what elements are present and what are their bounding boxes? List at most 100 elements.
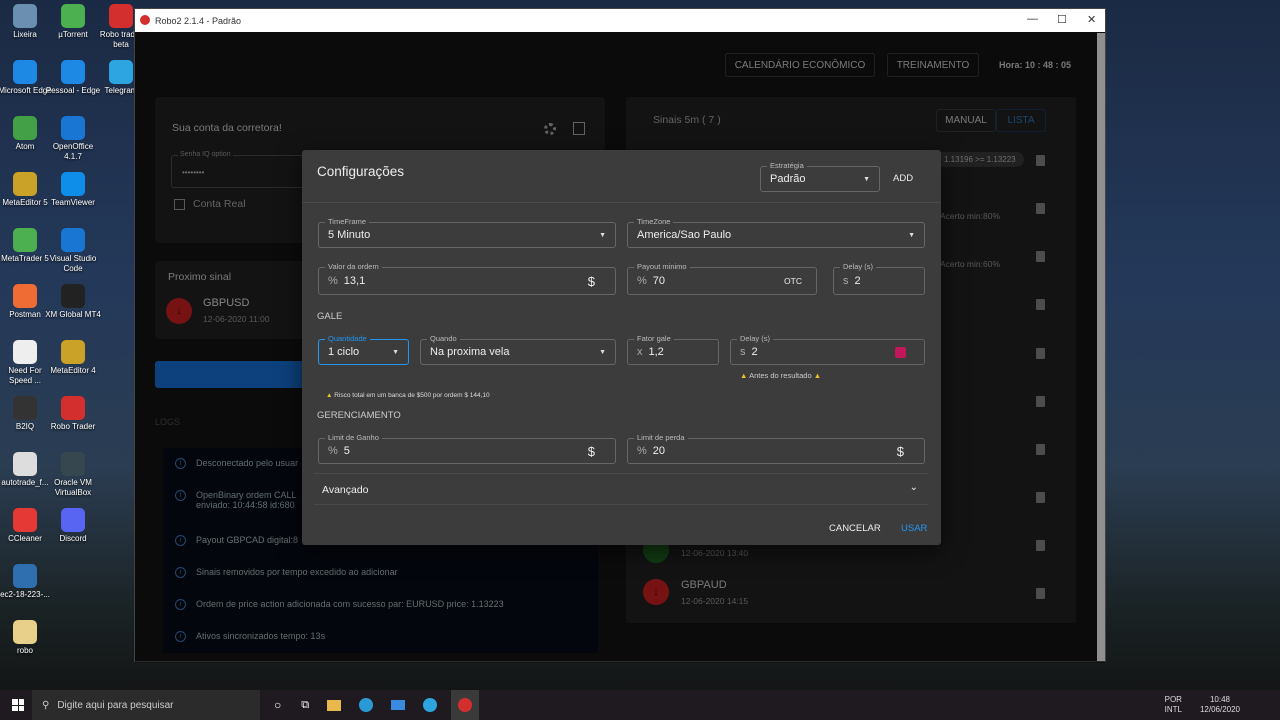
app-icon (13, 284, 37, 308)
desktop-icon[interactable]: robo (0, 620, 53, 656)
when-select[interactable]: Quando Na proxima vela ▼ (420, 334, 616, 365)
app-icon (13, 564, 37, 588)
app-icon (13, 60, 37, 84)
delay-input[interactable]: Delay (s) s 2 (833, 262, 925, 295)
quantity-select[interactable]: Quantidade 1 ciclo ▼ (318, 334, 409, 365)
use-button[interactable]: USAR (901, 523, 927, 534)
management-section-title: GERENCIAMENTO (317, 410, 401, 421)
desktop-icon[interactable]: ec2-18-223-... (0, 564, 53, 600)
gain-limit-input[interactable]: Limit de Ganho% 5 $ (318, 433, 616, 464)
gale-factor-input[interactable]: Fator gale x 1,2 (627, 334, 719, 365)
robo-taskbar-icon[interactable] (451, 690, 480, 720)
loss-limit-input[interactable]: Limit de perda% 20 $ (627, 433, 925, 464)
language-indicator[interactable]: POR INTL (1165, 695, 1182, 715)
file-explorer-icon[interactable] (327, 699, 342, 711)
before-result-label: ▲ Antes do resultado ▲ (740, 371, 822, 380)
desktop-icon[interactable]: TeamViewer (45, 172, 101, 208)
windows-start-icon[interactable] (12, 699, 24, 711)
taskbar-clock[interactable]: 10:48 12/06/2020 (1200, 695, 1240, 715)
chevron-down-icon: ⌄ (909, 482, 918, 493)
order-value-input[interactable]: Valor da ordem% 13,1 $ (318, 262, 616, 295)
desktop-icon-label: Visual Studio Code (49, 254, 97, 273)
maximize-button[interactable]: ☐ (1057, 13, 1067, 26)
desktop-icon[interactable]: Visual Studio Code (45, 228, 101, 274)
chevron-down-icon: ▼ (392, 348, 399, 356)
app-icon (61, 4, 85, 28)
desktop-icon-label: TeamViewer (51, 198, 95, 207)
strategy-select[interactable]: Estratégia Padrão ▼ (760, 161, 880, 192)
app-icon (61, 340, 85, 364)
cortana-icon[interactable]: ○ (274, 698, 281, 712)
edge-icon[interactable] (359, 698, 374, 712)
taskbar: ⚲ Digite aqui para pesquisar ○ ⧉ POR INTL … (0, 690, 1280, 720)
warning-icon: ▲ (740, 371, 748, 380)
app-icon (13, 396, 37, 420)
app-icon (109, 60, 133, 84)
advanced-expander[interactable]: Avançado ⌄ (314, 473, 928, 505)
add-button[interactable]: ADD (893, 173, 913, 184)
timeframe-select[interactable]: TimeFrame 5 Minuto ▼ (318, 217, 616, 248)
timezone-select[interactable]: TimeZone America/Sao Paulo ▼ (627, 217, 925, 248)
desktop-icon[interactable]: Oracle VM VirtualBox (45, 452, 101, 498)
app-icon (13, 4, 37, 28)
app-icon (13, 172, 37, 196)
chevron-down-icon: ▼ (908, 231, 915, 239)
dialog-title: Configurações (317, 164, 405, 179)
app-icon (61, 508, 85, 532)
before-result-checkbox[interactable] (895, 346, 906, 358)
app-icon (13, 340, 37, 364)
app-window: Robo2 2.1.4 - Padrão — ☐ ✕ CALENDÁRIO EC… (134, 8, 1106, 663)
otc-toggle[interactable]: OTC (784, 276, 802, 286)
desktop-icon-label: robo (16, 646, 33, 655)
desktop-icon-label: Robo Trader (50, 422, 96, 431)
cancel-button[interactable]: CANCELAR (829, 523, 881, 534)
chevron-down-icon: ▼ (599, 348, 606, 356)
chevron-down-icon: ▼ (863, 175, 870, 183)
gale-section-title: GALE (317, 311, 343, 322)
app-icon (61, 172, 85, 196)
app-icon (61, 284, 85, 308)
app-icon (61, 396, 85, 420)
desktop-icon[interactable]: MetaEditor 4 (45, 340, 101, 376)
app-icon (13, 452, 37, 476)
app-icon (61, 228, 85, 252)
desktop-icon-label: XM Global MT4 (45, 310, 101, 319)
desktop-icon-label: MetaEditor 4 (50, 366, 96, 375)
desktop-icon[interactable]: Discord (45, 508, 101, 544)
app-icon (13, 620, 37, 644)
payout-input[interactable]: Payout minimo% 70 OTC (627, 262, 817, 295)
app-icon (13, 508, 37, 532)
divider (302, 202, 941, 203)
close-button[interactable]: ✕ (1087, 13, 1096, 26)
desktop-icon[interactable]: Robo Trader (45, 396, 101, 432)
desktop-icon-label: Oracle VM VirtualBox (54, 478, 92, 497)
dollar-icon: $ (587, 443, 595, 459)
chevron-down-icon: ▼ (599, 231, 606, 239)
warning-icon: ▲ (813, 371, 822, 380)
dollar-icon: $ (896, 443, 904, 459)
title-bar: Robo2 2.1.4 - Padrão — ☐ ✕ (135, 9, 1105, 32)
app-icon (109, 4, 133, 28)
settings-dialog: Configurações Estratégia Padrão ▼ ADD Time… (302, 150, 941, 545)
desktop-icon-label: ec2-18-223-... (0, 590, 50, 599)
dollar-icon: $ (587, 273, 595, 289)
warning-icon: ▲ (326, 392, 333, 399)
taskbar-search[interactable]: ⚲ Digite aqui para pesquisar (32, 690, 260, 720)
app-logo-icon (140, 15, 150, 25)
desktop-icon[interactable]: XM Global MT4 (45, 284, 101, 320)
window-title: Robo2 2.1.4 - Padrão (155, 15, 242, 26)
app-icon (61, 60, 85, 84)
desktop-icon[interactable]: OpenOffice 4.1.7 (45, 116, 101, 162)
app-icon (13, 116, 37, 140)
desktop-icon-label: OpenOffice 4.1.7 (52, 142, 94, 161)
mail-icon[interactable] (391, 700, 406, 710)
gale-delay-input[interactable]: Delay (s) s 2 (730, 334, 925, 365)
advanced-label: Avançado (322, 484, 369, 496)
desktop-icon-label: Discord (59, 534, 87, 543)
task-view-icon[interactable]: ⧉ (301, 699, 309, 712)
telegram-icon[interactable] (423, 698, 438, 712)
app-icon (61, 116, 85, 140)
app-icon (13, 228, 37, 252)
minimize-button[interactable]: — (1027, 13, 1038, 25)
risk-text: ▲ Risco total em um banca de $500 por or… (326, 392, 490, 399)
